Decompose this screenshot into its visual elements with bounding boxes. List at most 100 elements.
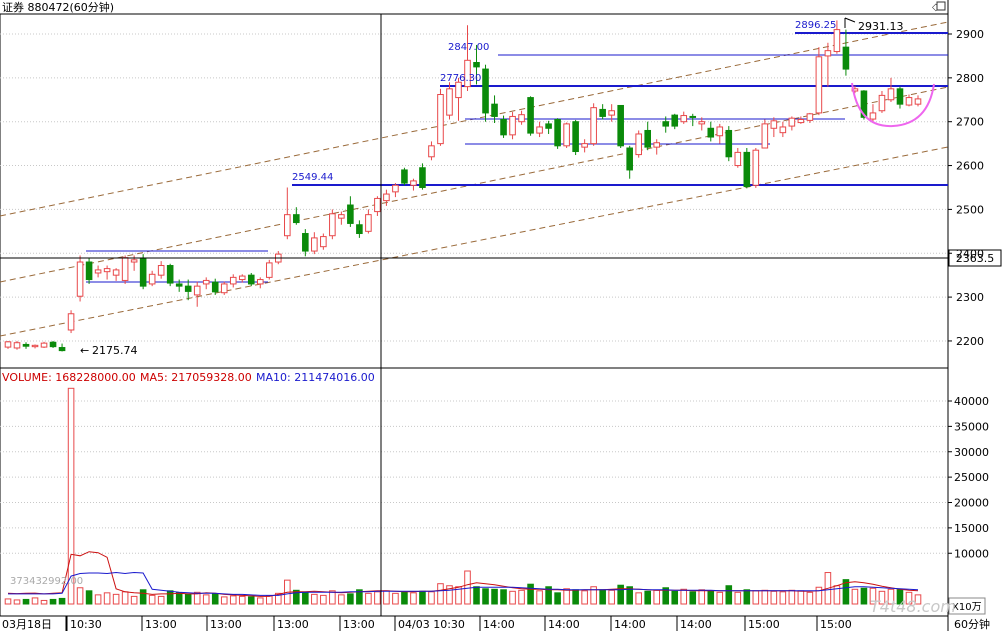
volume-bar xyxy=(383,590,390,605)
candle-body xyxy=(338,214,345,219)
candle-body xyxy=(446,88,453,116)
candle-body xyxy=(878,94,886,112)
volume-bar xyxy=(229,595,237,605)
volume-bar xyxy=(653,589,661,605)
volume-bar xyxy=(437,583,444,605)
time-label: 14:00 xyxy=(483,618,515,631)
candle-body xyxy=(914,98,922,105)
candle-body xyxy=(491,103,498,117)
candle-body xyxy=(743,151,751,188)
volume-value: VOLUME: 168228000.00 xyxy=(2,371,136,384)
kline-chart[interactable]: 2363.5 证券 880472(60分钟) ◇ ← 2175.74 2549.… xyxy=(0,0,1002,631)
volume-bar xyxy=(85,590,93,605)
candle-body xyxy=(806,113,814,121)
volume-bar xyxy=(256,597,264,605)
volume-bar xyxy=(121,591,129,605)
candle-body xyxy=(112,269,120,276)
time-label: 15:00 xyxy=(748,618,780,631)
candle-body xyxy=(770,120,778,129)
volume-bar xyxy=(428,591,435,605)
volume-bar xyxy=(166,590,174,605)
volume-bar xyxy=(103,592,111,605)
volume-bar xyxy=(392,592,399,605)
volume-bar xyxy=(644,590,651,605)
level3-label: 2776.30 xyxy=(440,73,481,84)
volume-bar xyxy=(617,584,624,605)
candle-body xyxy=(680,115,688,123)
candle-body xyxy=(896,88,904,105)
candle-body xyxy=(563,123,570,147)
volume-bar xyxy=(671,590,679,605)
candle-body xyxy=(671,114,679,127)
candle-body xyxy=(130,259,138,263)
volume-bar xyxy=(509,590,516,605)
candle-body xyxy=(211,281,219,293)
volume-bar xyxy=(698,589,706,605)
volume-tick-label: 15000 xyxy=(954,522,989,535)
candle-body xyxy=(401,169,408,184)
candle-body xyxy=(824,50,832,57)
candle-body xyxy=(545,123,552,129)
candle-body xyxy=(707,127,715,138)
candle-body xyxy=(22,343,30,347)
volume-bar xyxy=(184,593,192,605)
volume-bar xyxy=(148,594,156,605)
candle-body xyxy=(76,261,84,297)
low-marker: ← xyxy=(80,344,89,357)
candle-body xyxy=(455,81,462,99)
candle-body xyxy=(509,115,516,136)
candle-body xyxy=(148,273,156,285)
candle-body xyxy=(599,108,606,117)
candle-body xyxy=(437,94,444,145)
volume-bar xyxy=(788,589,796,605)
time-label: 13:00 xyxy=(145,618,177,631)
volume-bar xyxy=(112,593,120,605)
volume-axis: 40000 35000 30000 25000 20000 15000 10000 xyxy=(948,395,989,560)
candle-body xyxy=(229,276,237,285)
volume-bar xyxy=(58,597,66,605)
volume-tick-label: 20000 xyxy=(954,497,989,510)
volume-bar xyxy=(527,583,534,605)
volume-bar xyxy=(175,592,183,605)
volume-bar xyxy=(139,589,147,605)
candle-body xyxy=(608,110,615,116)
volume-bar xyxy=(743,589,751,605)
volume-bar xyxy=(347,593,354,605)
volume-bar xyxy=(302,591,309,605)
volume-bar xyxy=(680,588,688,605)
volume-bar xyxy=(76,587,84,605)
time-label: 13:00 xyxy=(210,618,242,631)
candle-body xyxy=(716,126,724,137)
candle-body xyxy=(311,237,318,252)
candle-body xyxy=(626,147,633,171)
candle-body xyxy=(905,97,913,106)
time-label: 10:30 xyxy=(70,618,102,631)
volume-bar xyxy=(311,593,318,605)
candle-body xyxy=(166,265,174,284)
volume-bar xyxy=(464,570,471,605)
window-box-icon[interactable] xyxy=(936,1,946,11)
volume-bar xyxy=(320,594,327,605)
price-tick-label: 2500 xyxy=(956,203,984,216)
price-tick-label: 2300 xyxy=(956,291,984,304)
price-tick-label: 2800 xyxy=(956,72,984,85)
volume-tick-label: 40000 xyxy=(954,395,989,408)
candle-body xyxy=(284,214,291,237)
candle-body xyxy=(698,121,706,125)
price-tick-label: 2700 xyxy=(956,116,984,129)
candle-body xyxy=(175,283,183,287)
time-axis: 03月18日 10:30 13:00 13:00 13:00 13:00 04/03 10:… xyxy=(2,616,852,631)
time-label: 14:00 xyxy=(548,618,580,631)
volume-bar xyxy=(707,590,715,605)
volume-bar xyxy=(247,596,255,605)
price-axis: 2900 2800 2700 2600 2500 2400 2300 2200 xyxy=(948,28,984,348)
volume-bar xyxy=(572,589,579,605)
volume-tick-label: 30000 xyxy=(954,446,989,459)
time-label: 13:00 xyxy=(277,618,309,631)
candle-body xyxy=(202,279,210,285)
time-label: 14:00 xyxy=(614,618,646,631)
volume-bar xyxy=(797,590,805,605)
candle-body xyxy=(40,342,48,348)
candle-body xyxy=(85,261,93,281)
time-label: 15:00 xyxy=(820,618,852,631)
